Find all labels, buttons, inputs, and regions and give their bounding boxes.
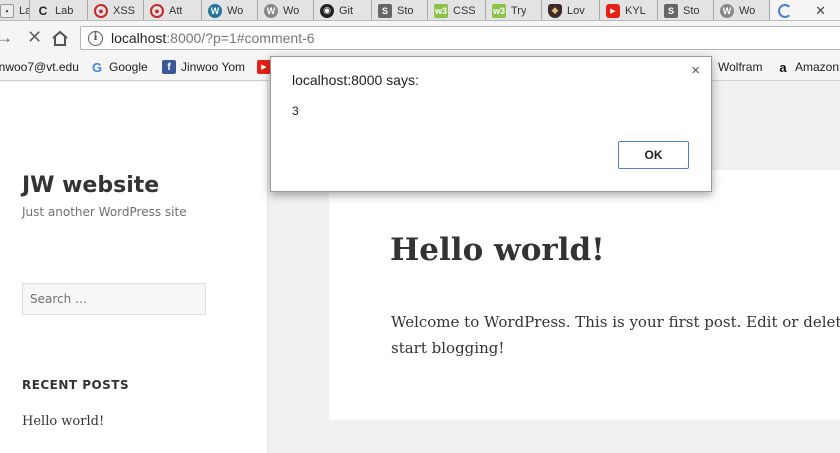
amazon-icon: a bbox=[779, 59, 787, 75]
document-icon: ▪ bbox=[0, 3, 14, 18]
dialog-message: 3 bbox=[292, 104, 299, 118]
tab-github[interactable]: ◉ Git bbox=[314, 0, 372, 20]
site-description: Just another WordPress site bbox=[22, 205, 187, 219]
w3schools-icon: w3 bbox=[492, 3, 506, 18]
recent-posts-title: RECENT POSTS bbox=[22, 378, 130, 392]
tab-stackoverflow-2[interactable]: S Sto bbox=[658, 0, 714, 20]
post-title[interactable]: Hello world! bbox=[390, 232, 605, 268]
tab-strip: ▪Lab CLab ●XSS ●Att WWo WWo ◉Git SSto w3… bbox=[0, 0, 840, 21]
wordpress-icon: W bbox=[264, 3, 278, 18]
info-icon[interactable]: i bbox=[88, 30, 103, 46]
dialog-title: localhost:8000 says: bbox=[292, 72, 419, 88]
tab-lab-2[interactable]: C Lab bbox=[30, 0, 88, 20]
bookmark-jinwoo-yom[interactable]: f Jinwoo Yom bbox=[162, 60, 245, 74]
url-path: :8000/?p=1#comment-6 bbox=[166, 30, 315, 46]
close-icon[interactable]: × bbox=[691, 62, 700, 79]
post-content-line: Welcome to WordPress. This is your first… bbox=[391, 313, 840, 331]
target-icon: ● bbox=[94, 3, 108, 18]
recent-post-link[interactable]: Hello world! bbox=[22, 414, 104, 429]
tab-wordpress-3[interactable]: W Wo bbox=[714, 0, 770, 20]
ok-button[interactable]: OK bbox=[618, 141, 689, 169]
tab-try[interactable]: w3 Try bbox=[486, 0, 542, 20]
sidebar: JW website Just another WordPress site S… bbox=[0, 82, 268, 453]
stackoverflow-icon: S bbox=[664, 3, 678, 18]
tab-lab-1[interactable]: ▪Lab bbox=[0, 0, 30, 20]
tab-wordpress-1[interactable]: W Wo bbox=[202, 0, 258, 20]
tab-active-loading[interactable] bbox=[770, 0, 840, 20]
wordpress-icon: W bbox=[720, 3, 734, 18]
bookmark-email[interactable]: inwoo7@vt.edu bbox=[0, 60, 79, 74]
cloud9-icon: C bbox=[38, 3, 48, 18]
w3schools-icon: w3 bbox=[434, 3, 448, 18]
target-icon: ● bbox=[150, 3, 164, 18]
post-content: Welcome to WordPress. This is your first… bbox=[391, 309, 840, 361]
tab-xss[interactable]: ● XSS bbox=[88, 0, 144, 20]
address-bar[interactable]: i localhost:8000/?p=1#comment-6 bbox=[80, 26, 840, 50]
bookmark-amazon[interactable]: a Amazon bbox=[776, 59, 839, 75]
facebook-icon: f bbox=[162, 60, 176, 74]
shield-icon: ◆ bbox=[548, 3, 562, 18]
loading-spinner-icon bbox=[778, 3, 792, 18]
tab-css[interactable]: w3 CSS bbox=[428, 0, 486, 20]
forward-arrow-icon[interactable]: → bbox=[0, 28, 13, 47]
tab-wordpress-2[interactable]: W Wo bbox=[258, 0, 314, 20]
google-icon: G bbox=[91, 59, 103, 75]
tab-stackoverflow-1[interactable]: S Sto bbox=[372, 0, 428, 20]
tab-kyl[interactable]: ▶ KYL bbox=[600, 0, 658, 20]
bookmark-google[interactable]: G Google bbox=[90, 59, 148, 75]
tab-close-icon[interactable]: ✕ bbox=[815, 0, 826, 20]
url-host: localhost bbox=[111, 30, 167, 46]
github-icon: ◉ bbox=[320, 3, 334, 18]
wordpress-icon: W bbox=[208, 3, 222, 18]
bookmark-wolfram[interactable]: Wolfram bbox=[718, 60, 762, 74]
post-content-line: start blogging! bbox=[391, 339, 505, 357]
tab-att[interactable]: ● Att bbox=[144, 0, 202, 20]
youtube-icon: ▶ bbox=[606, 3, 620, 18]
stackoverflow-icon: S bbox=[378, 3, 392, 18]
alert-dialog: localhost:8000 says: × 3 OK bbox=[270, 56, 712, 192]
post-article bbox=[329, 170, 840, 420]
youtube-icon: ▶ bbox=[257, 60, 271, 74]
home-icon[interactable] bbox=[51, 30, 69, 47]
site-title[interactable]: JW website bbox=[22, 173, 159, 198]
tab-lov[interactable]: ◆ Lov bbox=[542, 0, 600, 20]
stop-loading-icon[interactable]: ✕ bbox=[27, 28, 42, 47]
search-input[interactable]: Search … bbox=[22, 283, 206, 315]
